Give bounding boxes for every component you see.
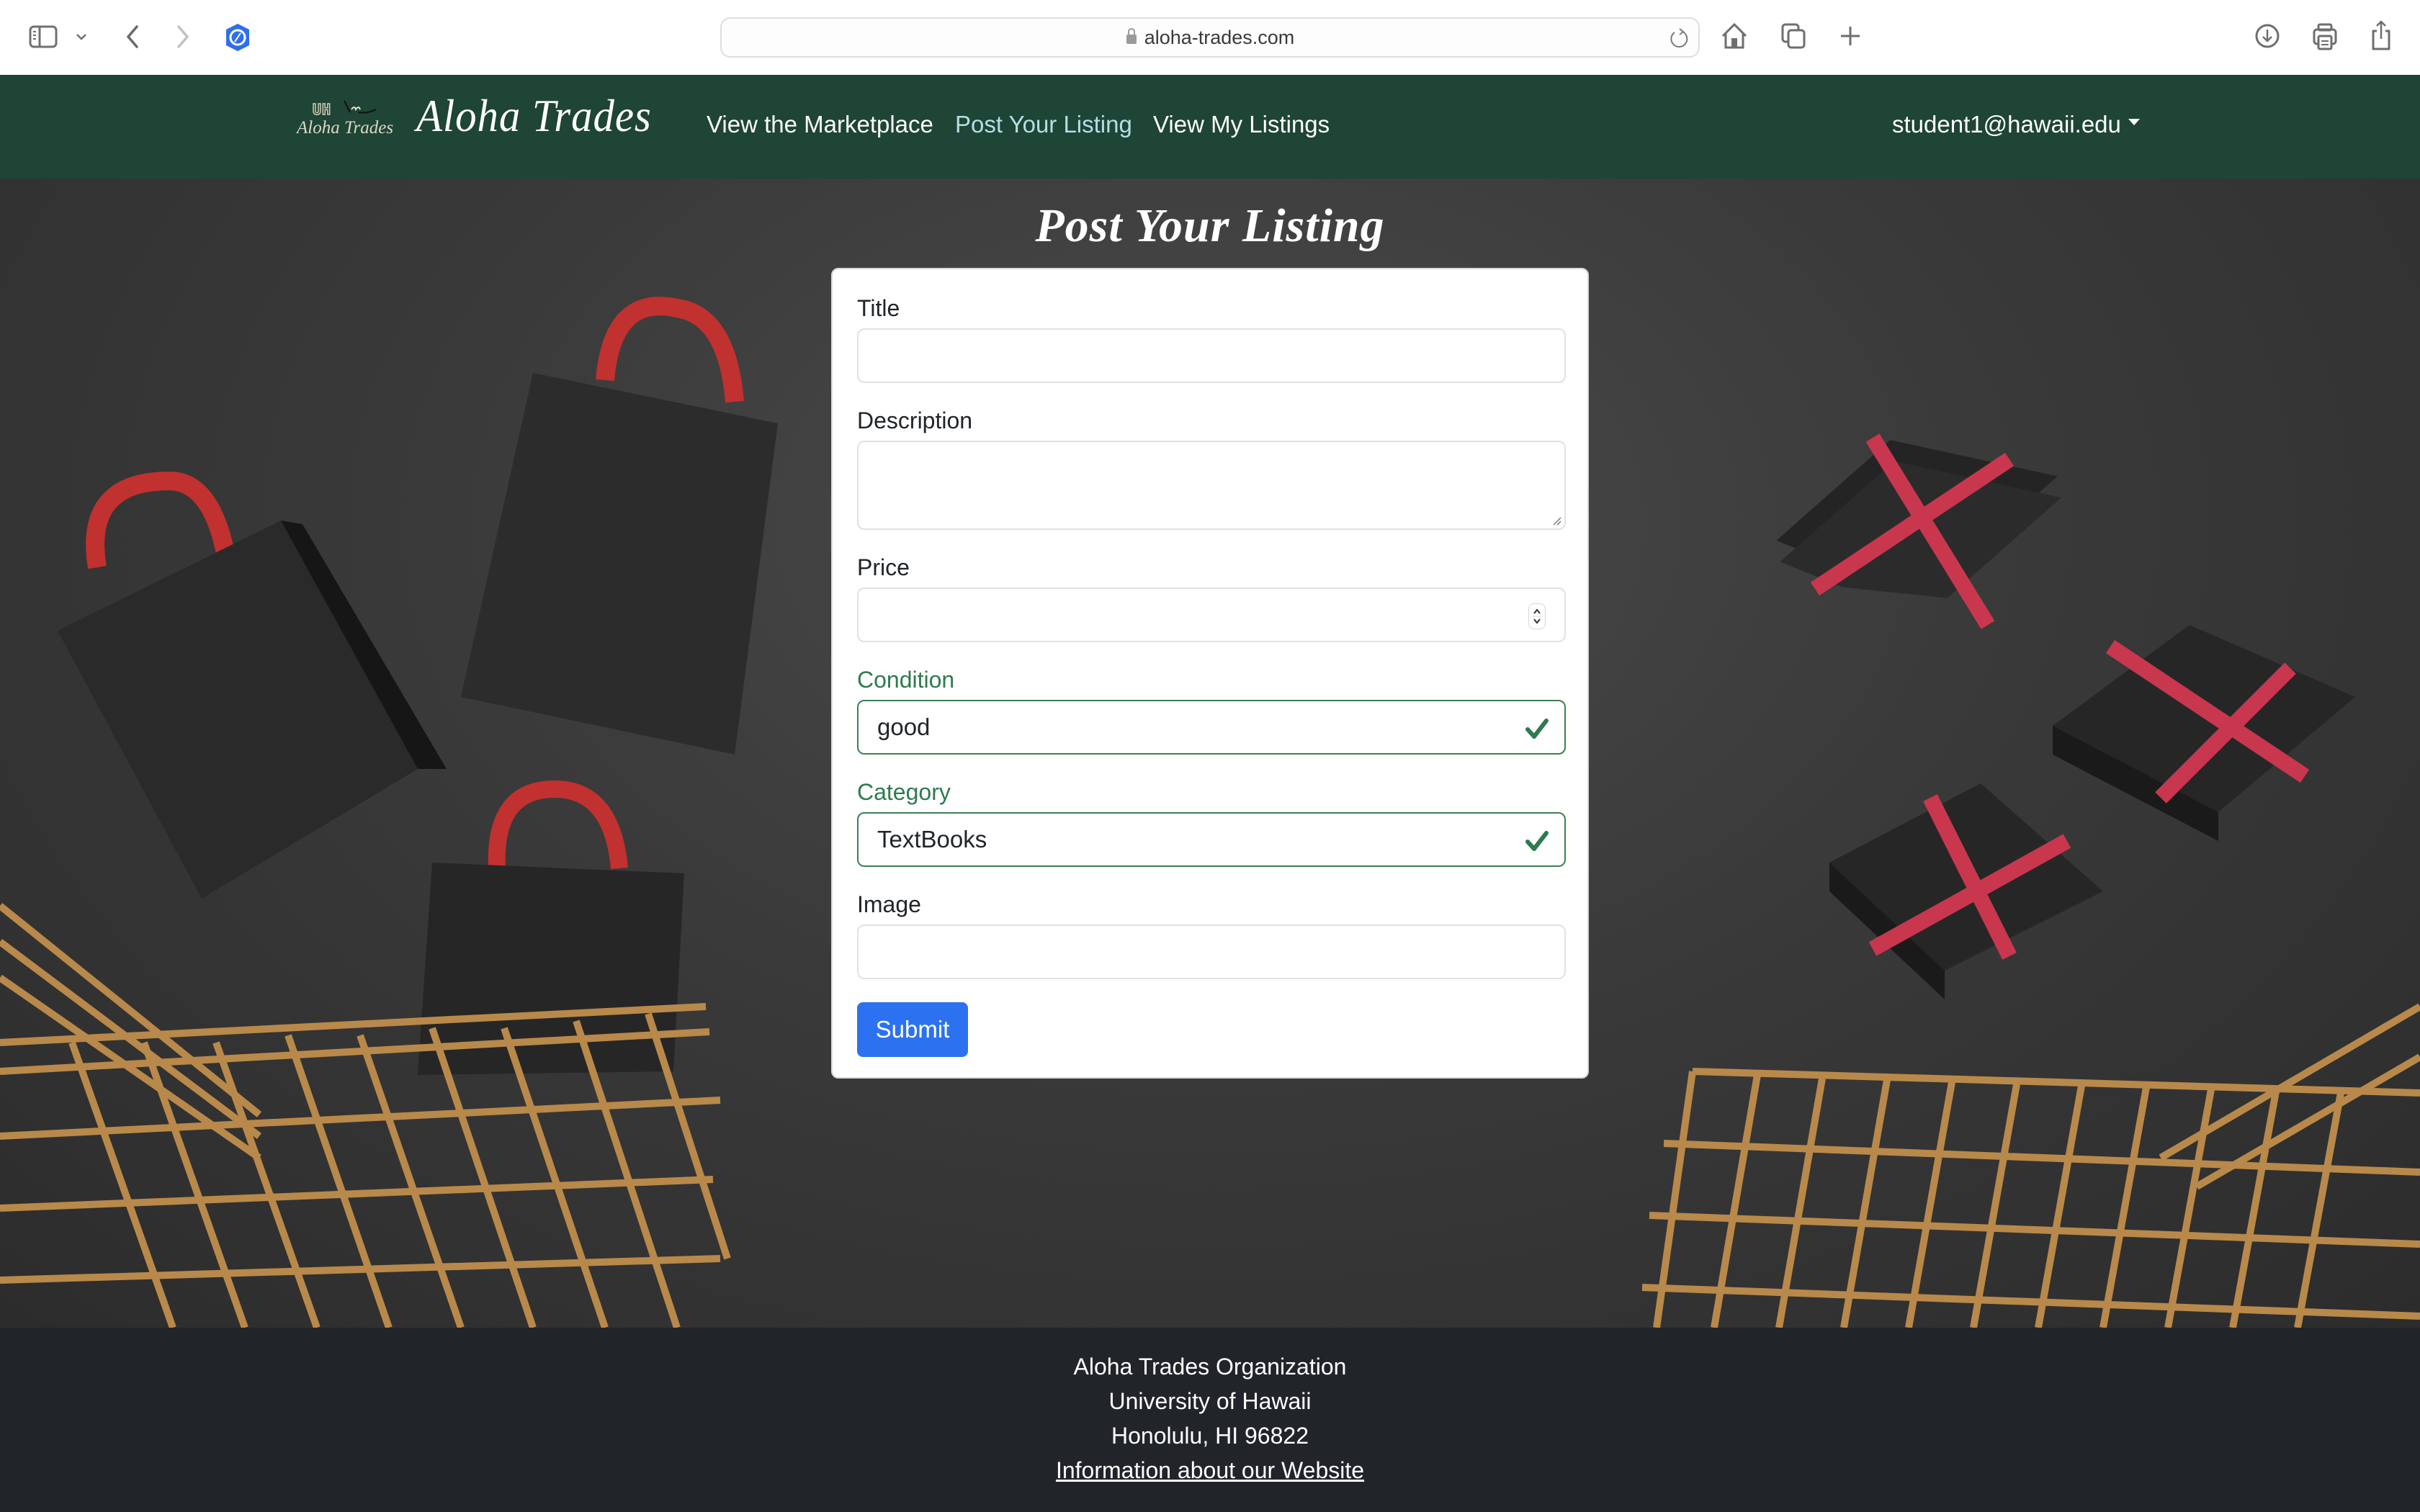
back-icon[interactable] [121,23,144,50]
price-label: Price [857,554,910,580]
logo[interactable]: UH Aloha Trades [295,99,403,143]
price-input[interactable] [857,588,1566,642]
footer-org: Aloha Trades Organization [1073,1354,1347,1380]
condition-value: good [877,714,931,740]
footer-university: University of Hawaii [1108,1388,1312,1414]
home-icon[interactable] [1720,22,1749,50]
submit-button[interactable]: Submit [857,1002,968,1057]
shopping-bag-left [58,471,447,899]
tabs-overview-icon[interactable] [1779,22,1808,50]
sidebar-icon[interactable] [29,24,58,49]
category-label: Category [857,779,951,805]
shopping-cart-right [1641,1003,2420,1328]
caret-down-icon [2128,118,2140,125]
url-text: aloha-trades.com [1144,26,1295,48]
privacy-shield-icon[interactable] [223,22,252,53]
gift-box-1 [1776,433,2062,629]
condition-select[interactable]: good [857,700,1566,755]
resize-handle-icon[interactable] [1551,516,1561,526]
gift-box-2 [2053,625,2355,841]
condition-label: Condition [857,667,955,693]
footer-address: Honolulu, HI 96822 [1111,1423,1309,1449]
nav-view-my-listings[interactable]: View My Listings [1153,111,1330,138]
image-input[interactable] [857,924,1566,979]
brand-link[interactable]: Aloha Trades [416,89,652,143]
lock-icon [1126,27,1137,48]
forward-icon[interactable] [171,23,194,50]
image-label: Image [857,891,921,917]
page-title: Post Your Listing [1035,199,1385,252]
description-label: Description [857,408,973,433]
logo-text: Aloha Trades [297,118,394,138]
print-icon[interactable] [2311,22,2339,52]
reload-icon[interactable] [1668,26,1690,54]
share-icon[interactable] [2368,19,2394,52]
number-stepper[interactable] [1528,603,1546,629]
category-select[interactable]: TextBooks [857,812,1566,867]
category-value: TextBooks [877,826,987,852]
user-email: student1@hawaii.edu [1892,111,2121,138]
new-tab-icon[interactable] [1837,22,1864,50]
logo-flourish-icon [344,100,377,114]
listing-form: Title Description Price Condition good C… [831,268,1589,1079]
title-label: Title [857,295,900,321]
download-icon[interactable] [2253,22,2282,50]
description-textarea[interactable] [857,441,1566,530]
browser-toolbar: aloha-trades.com [0,0,2420,75]
chevron-down-icon[interactable] [73,30,89,43]
user-dropdown[interactable]: student1@hawaii.edu [1892,111,2140,138]
address-bar[interactable]: aloha-trades.com [720,17,1700,58]
valid-check-icon [1525,719,1549,739]
valid-check-icon [1525,831,1549,851]
stepper-arrows-icon [1532,608,1542,624]
nav-view-marketplace[interactable]: View the Marketplace [707,111,933,138]
footer: Aloha Trades Organization University of … [0,1328,2420,1512]
footer-info-link[interactable]: Information about our Website [1056,1457,1364,1483]
title-input[interactable] [857,328,1566,383]
gift-box-3 [1829,783,2103,999]
shopping-bag-top [461,297,778,755]
nav-post-your-listing[interactable]: Post Your Listing [955,111,1132,138]
logo-mark: UH [312,100,332,119]
